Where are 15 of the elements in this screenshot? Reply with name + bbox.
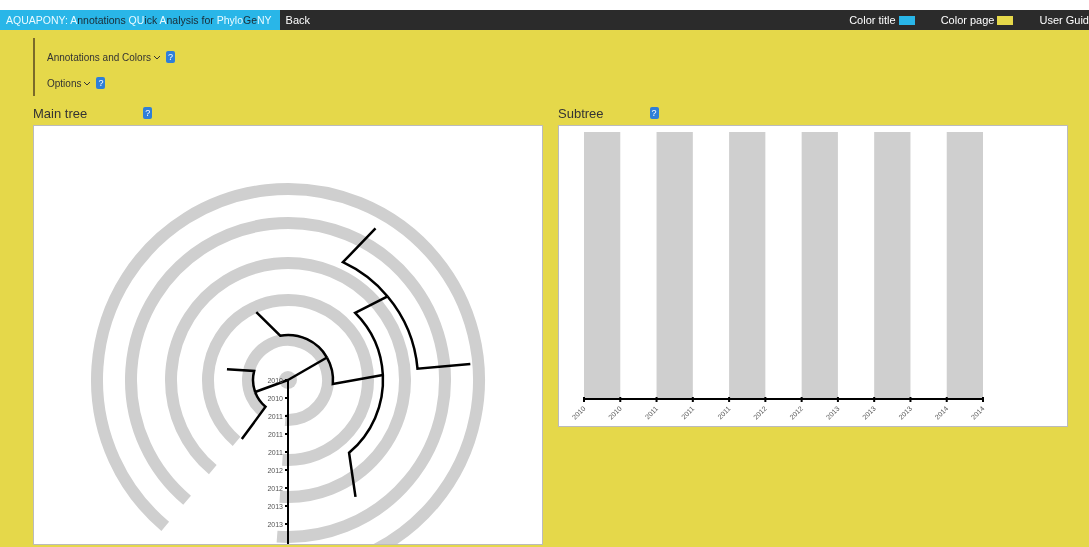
help-badge[interactable]: ? — [165, 51, 175, 63]
menu-item[interactable]: Annotations and Colors — [47, 51, 151, 63]
color-swatch[interactable] — [898, 15, 915, 25]
help-badge[interactable]: ? — [649, 107, 659, 119]
panel-title: Main tree — [33, 105, 88, 121]
back-link[interactable]: Back — [285, 14, 311, 26]
help-badge[interactable]: ? — [96, 77, 106, 89]
menu-item[interactable]: Options — [47, 77, 82, 89]
user-guide-link[interactable]: User Guid — [1039, 14, 1089, 26]
color-label: Color title — [849, 14, 896, 26]
panel-title: Subtree — [558, 105, 604, 121]
color-swatch[interactable] — [997, 15, 1014, 25]
help-badge[interactable]: ? — [143, 107, 153, 119]
app-title: AQUAPONY: Annotations QUick Analysis for PhyloGeNY — [0, 10, 280, 30]
color-label: Color page — [940, 14, 995, 26]
